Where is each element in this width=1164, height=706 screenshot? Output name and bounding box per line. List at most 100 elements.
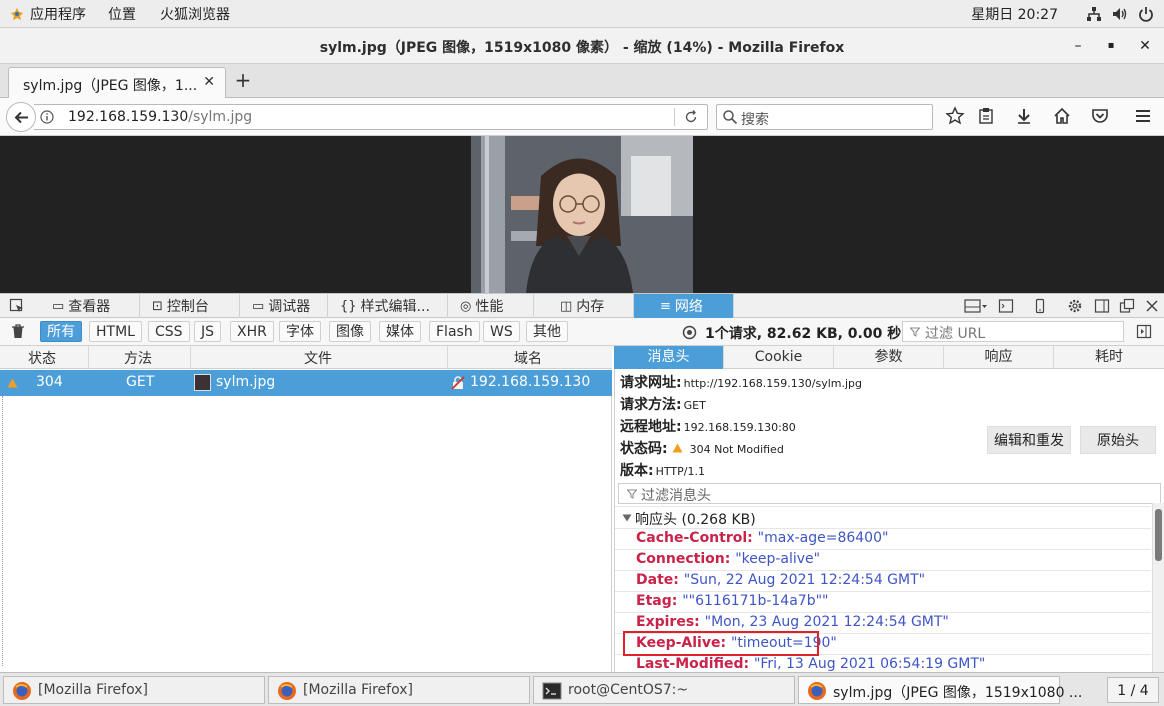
- summary-value[interactable]: 192.168.159.130:80: [684, 421, 796, 434]
- response-headers-group[interactable]: 响应头 (0.268 KB): [635, 509, 756, 529]
- table-row[interactable]: 304 GET sylm.jpg 192.168.159.130: [0, 370, 612, 396]
- column-status[interactable]: 状态: [28, 348, 56, 368]
- power-icon[interactable]: [1138, 6, 1154, 22]
- tab-console[interactable]: ⊡ 控制台: [140, 294, 240, 318]
- summary-key: 版本:: [620, 463, 654, 479]
- filter-other[interactable]: 其他: [526, 321, 568, 342]
- tab-timings[interactable]: 耗时: [1054, 346, 1164, 369]
- filter-ws[interactable]: WS: [483, 321, 520, 342]
- trash-icon[interactable]: [11, 324, 25, 339]
- filter-css[interactable]: CSS: [148, 321, 190, 342]
- header-filter-input[interactable]: 过滤消息头: [618, 483, 1161, 504]
- column-separator[interactable]: [447, 346, 448, 369]
- url-text[interactable]: 192.168.159.130/sylm.jpg: [68, 109, 252, 125]
- new-tab-button[interactable]: +: [232, 68, 254, 92]
- tab-response[interactable]: 响应: [944, 346, 1054, 369]
- keep-alive-highlight-box: [623, 631, 819, 656]
- filter-images[interactable]: 图像: [329, 321, 371, 342]
- column-separator[interactable]: [190, 346, 191, 369]
- home-icon[interactable]: [1052, 106, 1072, 126]
- download-icon[interactable]: [1014, 106, 1034, 126]
- taskbar-item-firefox-1[interactable]: [Mozilla Firefox]: [3, 676, 265, 704]
- tab-headers[interactable]: 消息头: [614, 346, 724, 369]
- hamburger-menu-icon[interactable]: [1133, 106, 1153, 126]
- firefox-app-menu[interactable]: 火狐浏览器: [160, 4, 230, 24]
- tab-debugger[interactable]: ▭ 调试器: [240, 294, 328, 318]
- summary-key: 远程地址:: [620, 419, 682, 435]
- browser-tab[interactable]: sylm.jpg（JPEG 图像，1... ✕: [8, 67, 226, 98]
- tab-memory[interactable]: ◫ 内存: [534, 294, 634, 318]
- tab-params[interactable]: 参数: [834, 346, 944, 369]
- header-value[interactable]: ""6116171b-14a7b"": [682, 593, 828, 609]
- bookmark-star-icon[interactable]: [945, 106, 965, 126]
- summary-value[interactable]: http://192.168.159.130/sylm.jpg: [684, 377, 862, 390]
- tab-inspector[interactable]: ▭ 查看器: [40, 294, 140, 318]
- url-bar[interactable]: 192.168.159.130/sylm.jpg: [34, 104, 708, 130]
- clock[interactable]: 星期日 20:27: [971, 4, 1058, 24]
- taskbar-item-firefox-active[interactable]: sylm.jpg（JPEG 图像，1519x1080 ...: [798, 676, 1082, 704]
- header-value[interactable]: "Fri, 13 Aug 2021 06:54:19 GMT": [754, 656, 985, 672]
- close-window-button[interactable]: ✕: [1135, 36, 1155, 56]
- tab-network[interactable]: ≡ 网络: [634, 294, 734, 318]
- back-button[interactable]: [6, 102, 36, 132]
- headers-scrollbar[interactable]: [1152, 503, 1164, 672]
- filter-media[interactable]: 媒体: [379, 321, 421, 342]
- dock-options-icon[interactable]: [964, 298, 988, 314]
- volume-icon[interactable]: [1112, 6, 1128, 22]
- taskbar-item-terminal[interactable]: root@CentOS7:~: [533, 676, 795, 704]
- reading-list-icon[interactable]: [976, 106, 996, 126]
- filter-xhr[interactable]: XHR: [230, 321, 274, 342]
- minimize-button[interactable]: –: [1068, 36, 1088, 56]
- chevron-down-icon[interactable]: [622, 514, 632, 522]
- summary-value[interactable]: 304 Not Modified: [690, 443, 784, 456]
- filter-js[interactable]: JS: [194, 321, 222, 342]
- filter-all[interactable]: 所有: [40, 321, 82, 342]
- header-value[interactable]: "Sun, 22 Aug 2021 12:24:54 GMT": [684, 572, 925, 588]
- separate-window-icon[interactable]: [1119, 298, 1135, 314]
- tab-close-icon[interactable]: ✕: [203, 74, 215, 90]
- search-bar[interactable]: 搜索: [716, 104, 933, 130]
- reload-icon[interactable]: [683, 109, 699, 125]
- split-console-icon[interactable]: [998, 298, 1014, 314]
- filter-html[interactable]: HTML: [89, 321, 142, 342]
- request-method: GET: [126, 374, 155, 390]
- column-separator[interactable]: [88, 346, 89, 369]
- tab-style-editor[interactable]: {} 样式编辑...: [328, 294, 448, 318]
- toggle-sidebar-icon[interactable]: [1136, 324, 1152, 339]
- raw-headers-button[interactable]: 原始头: [1080, 426, 1156, 454]
- header-key: Connection: [636, 551, 725, 567]
- filter-fonts[interactable]: 字体: [279, 321, 321, 342]
- dock-side-icon[interactable]: [1094, 298, 1110, 314]
- pocket-icon[interactable]: [1090, 106, 1110, 126]
- column-file[interactable]: 文件: [304, 348, 332, 368]
- warning-triangle-icon: [7, 378, 18, 388]
- request-list-area[interactable]: [0, 396, 612, 672]
- reload-stats-icon[interactable]: [682, 325, 697, 340]
- url-filter-input[interactable]: 过滤 URL: [902, 321, 1124, 342]
- workspace-pager[interactable]: 1 / 4: [1107, 677, 1159, 703]
- column-method[interactable]: 方法: [124, 348, 152, 368]
- summary-value[interactable]: HTTP/1.1: [656, 465, 705, 478]
- network-status-icon[interactable]: [1086, 6, 1102, 22]
- displayed-image[interactable]: [471, 136, 693, 293]
- header-value[interactable]: "Mon, 23 Aug 2021 12:24:54 GMT": [705, 614, 949, 630]
- column-domain[interactable]: 域名: [514, 348, 542, 368]
- tab-performance[interactable]: ◎ 性能: [448, 294, 534, 318]
- console-icon: ⊡: [152, 298, 163, 314]
- taskbar-item-firefox-2[interactable]: [Mozilla Firefox]: [268, 676, 530, 704]
- element-picker-icon[interactable]: [9, 298, 25, 314]
- applications-menu[interactable]: 应用程序: [30, 4, 86, 24]
- close-devtools-icon[interactable]: [1144, 298, 1160, 314]
- info-icon[interactable]: [40, 110, 54, 124]
- header-value[interactable]: "keep-alive": [735, 551, 820, 567]
- edit-and-resend-button[interactable]: 编辑和重发: [987, 426, 1071, 454]
- responsive-mode-icon[interactable]: [1032, 298, 1048, 314]
- tab-cookie[interactable]: Cookie: [724, 346, 834, 369]
- header-value[interactable]: "max-age=86400": [758, 530, 889, 546]
- summary-value[interactable]: GET: [684, 399, 706, 412]
- scrollbar-thumb[interactable]: [1155, 509, 1162, 561]
- filter-flash[interactable]: Flash: [429, 321, 480, 342]
- places-menu[interactable]: 位置: [108, 4, 136, 24]
- settings-gear-icon[interactable]: [1067, 298, 1083, 314]
- maximize-button[interactable]: ▪: [1101, 36, 1121, 56]
